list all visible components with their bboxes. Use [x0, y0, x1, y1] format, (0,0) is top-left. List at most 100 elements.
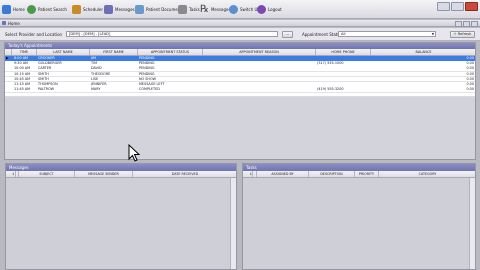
patient-search-icon — [27, 5, 36, 14]
messages-icon — [104, 5, 113, 14]
logout-icon — [257, 5, 266, 14]
messages-col-date[interactable]: DATE RECEIVED — [133, 171, 238, 177]
col-time[interactable]: TIME — [12, 49, 37, 55]
tasks-col-assigned-by[interactable]: ASSIGNED BY — [257, 171, 309, 177]
filter-bar: Select Provider and Location [DEM] - [DE… — [0, 28, 480, 41]
tasks-icon — [178, 5, 187, 14]
appointment-cell-status: PENDING — [139, 66, 155, 71]
rx-messages-button[interactable]: ℞ Messages — [200, 4, 231, 15]
location-label: Select Provider and Location — [5, 32, 63, 37]
appointment-cell-balance: 0.00 — [466, 76, 474, 81]
maximize-icon[interactable] — [451, 2, 464, 11]
appointment-cell-last: GOLDBERGER — [38, 61, 62, 66]
appointment-cell-last: SMITH — [38, 76, 49, 81]
appointment-cell-first: TIM — [91, 61, 97, 66]
home-icon — [2, 5, 11, 14]
form-maximize-icon[interactable] — [463, 21, 470, 27]
appointment-cell-status: COMPLETED — [139, 87, 160, 92]
appointment-cell-status: PENDING — [139, 71, 155, 76]
switch-user-icon — [229, 5, 238, 14]
appointment-cell-time: 8:00 AM — [14, 56, 28, 60]
status-select-value: All — [341, 32, 346, 36]
messages-col-subject[interactable]: SUBJECT — [19, 171, 75, 177]
messages-panel-title: Messages — [6, 164, 236, 171]
tasks-panel-title: Tasks — [243, 164, 475, 171]
patient-documents-button[interactable]: Patient Documents — [135, 4, 184, 15]
appointment-row[interactable]: 11:45 AM PALTROW MARY COMPLETED (419) 555-32… — [5, 87, 475, 93]
messages-col-sender[interactable]: MESSAGE SENDER — [75, 171, 133, 177]
appointment-cell-last: THOMPSON — [38, 82, 58, 86]
main-toolbar: Home Patient Search Scheduler Messages P… — [0, 0, 480, 19]
tasks-col-category[interactable]: CATEGORY — [379, 171, 477, 177]
current-row-indicator-icon: ▶ — [6, 56, 9, 60]
appointment-cell-time: 11:45 AM — [14, 87, 31, 92]
appointment-cell-first: DAVID — [91, 66, 102, 71]
appointment-cell-balance: 0.00 — [466, 87, 474, 92]
appointment-cell-first: THEODORE — [91, 71, 111, 76]
appointment-cell-first: JENNIFER — [91, 82, 107, 86]
rx-messages-icon: ℞ — [200, 4, 209, 15]
scheduler-icon — [72, 5, 81, 14]
appointment-cell-time: 9:30 AM — [14, 61, 28, 66]
location-field[interactable]: [DEM] - [DEM] - [LEAD] — [66, 31, 278, 37]
appointment-cell-balance: 0.00 — [466, 71, 474, 76]
appointment-cell-status: PENDING — [139, 56, 155, 60]
appointments-empty-area — [5, 97, 475, 159]
row-indicator-header — [5, 49, 12, 55]
window-controls — [437, 2, 478, 11]
appointment-cell-time: 11:15 AM — [14, 82, 31, 86]
messages-button[interactable]: Messages — [104, 4, 135, 15]
appointment-cell-status: MESSAGE LEFT — [139, 82, 165, 86]
form-title-bar: Home — [0, 20, 480, 27]
patient-search-button[interactable]: Patient Search — [27, 4, 67, 15]
tasks-button[interactable]: Tasks — [178, 4, 200, 15]
messages-button-label: Messages — [115, 7, 135, 12]
appointment-cell-last: PALTROW — [38, 87, 55, 92]
scheduler-button-label: Scheduler — [83, 7, 104, 12]
refresh-button-label: Refresh — [457, 31, 472, 36]
messages-scrollbar[interactable] — [230, 178, 236, 269]
logout-button-label: Logout — [268, 7, 282, 12]
refresh-button[interactable]: ⟳ Refresh — [450, 30, 475, 38]
messages-grid-header: ↕ SUBJECT MESSAGE SENDER DATE RECEIVED — [6, 171, 238, 178]
form-icon — [2, 21, 6, 25]
form-close-icon[interactable] — [471, 21, 478, 27]
tasks-scrollbar[interactable] — [469, 178, 475, 269]
col-appointment-status[interactable]: APPOINTMENT STATUS — [138, 49, 203, 55]
form-minimize-icon[interactable] — [455, 21, 462, 27]
appointment-cell-balance: 0.00 — [466, 61, 474, 66]
appointment-cell-time: 10:00 AM — [14, 66, 31, 71]
appointment-cell-last: CARTER — [38, 66, 52, 71]
scheduler-button[interactable]: Scheduler — [72, 4, 103, 15]
col-balance[interactable]: BALANCE — [371, 49, 477, 55]
documents-icon — [135, 5, 144, 14]
messages-col-flag[interactable]: ↕ — [6, 171, 19, 177]
status-label: Appointment Status — [302, 32, 342, 37]
appointment-cell-phone: (317) 555-1000 — [317, 61, 344, 66]
tasks-col-priority[interactable]: PRIORITY — [355, 171, 379, 177]
tasks-col-flag[interactable]: ↕ — [243, 171, 257, 177]
appointments-grid-header: TIME LAST NAME FIRST NAME APPOINTMENT ST… — [5, 49, 477, 56]
appointment-cell-time: 10:15 AM — [14, 71, 31, 76]
tasks-col-description[interactable]: DESCRIPTION — [309, 171, 355, 177]
logout-button[interactable]: Logout — [257, 4, 282, 15]
appointment-cell-balance: 0.00 — [466, 82, 474, 86]
appointment-cell-status: PENDING — [139, 61, 155, 66]
sort-icon: ↕ — [249, 171, 254, 177]
col-home-phone[interactable]: HOME PHONE — [316, 49, 371, 55]
col-first-name[interactable]: FIRST NAME — [90, 49, 138, 55]
form-title: Home — [8, 21, 20, 26]
minimize-icon[interactable] — [437, 2, 450, 11]
status-select[interactable]: All ▼ — [338, 31, 436, 37]
refresh-icon: ⟳ — [453, 31, 457, 36]
close-icon[interactable] — [465, 2, 478, 11]
tasks-grid-body[interactable] — [243, 178, 475, 269]
col-last-name[interactable]: LAST NAME — [37, 49, 90, 55]
location-browse-button[interactable]: ... — [282, 30, 293, 38]
appointment-cell-first: JIM — [91, 56, 96, 60]
col-appointment-reason[interactable]: APPOINTMENT REASON — [203, 49, 316, 55]
sort-icon: ↕ — [12, 171, 16, 177]
home-button[interactable]: Home — [2, 4, 25, 15]
messages-grid-body[interactable] — [6, 178, 236, 269]
rx-messages-button-label: Messages — [210, 7, 231, 12]
